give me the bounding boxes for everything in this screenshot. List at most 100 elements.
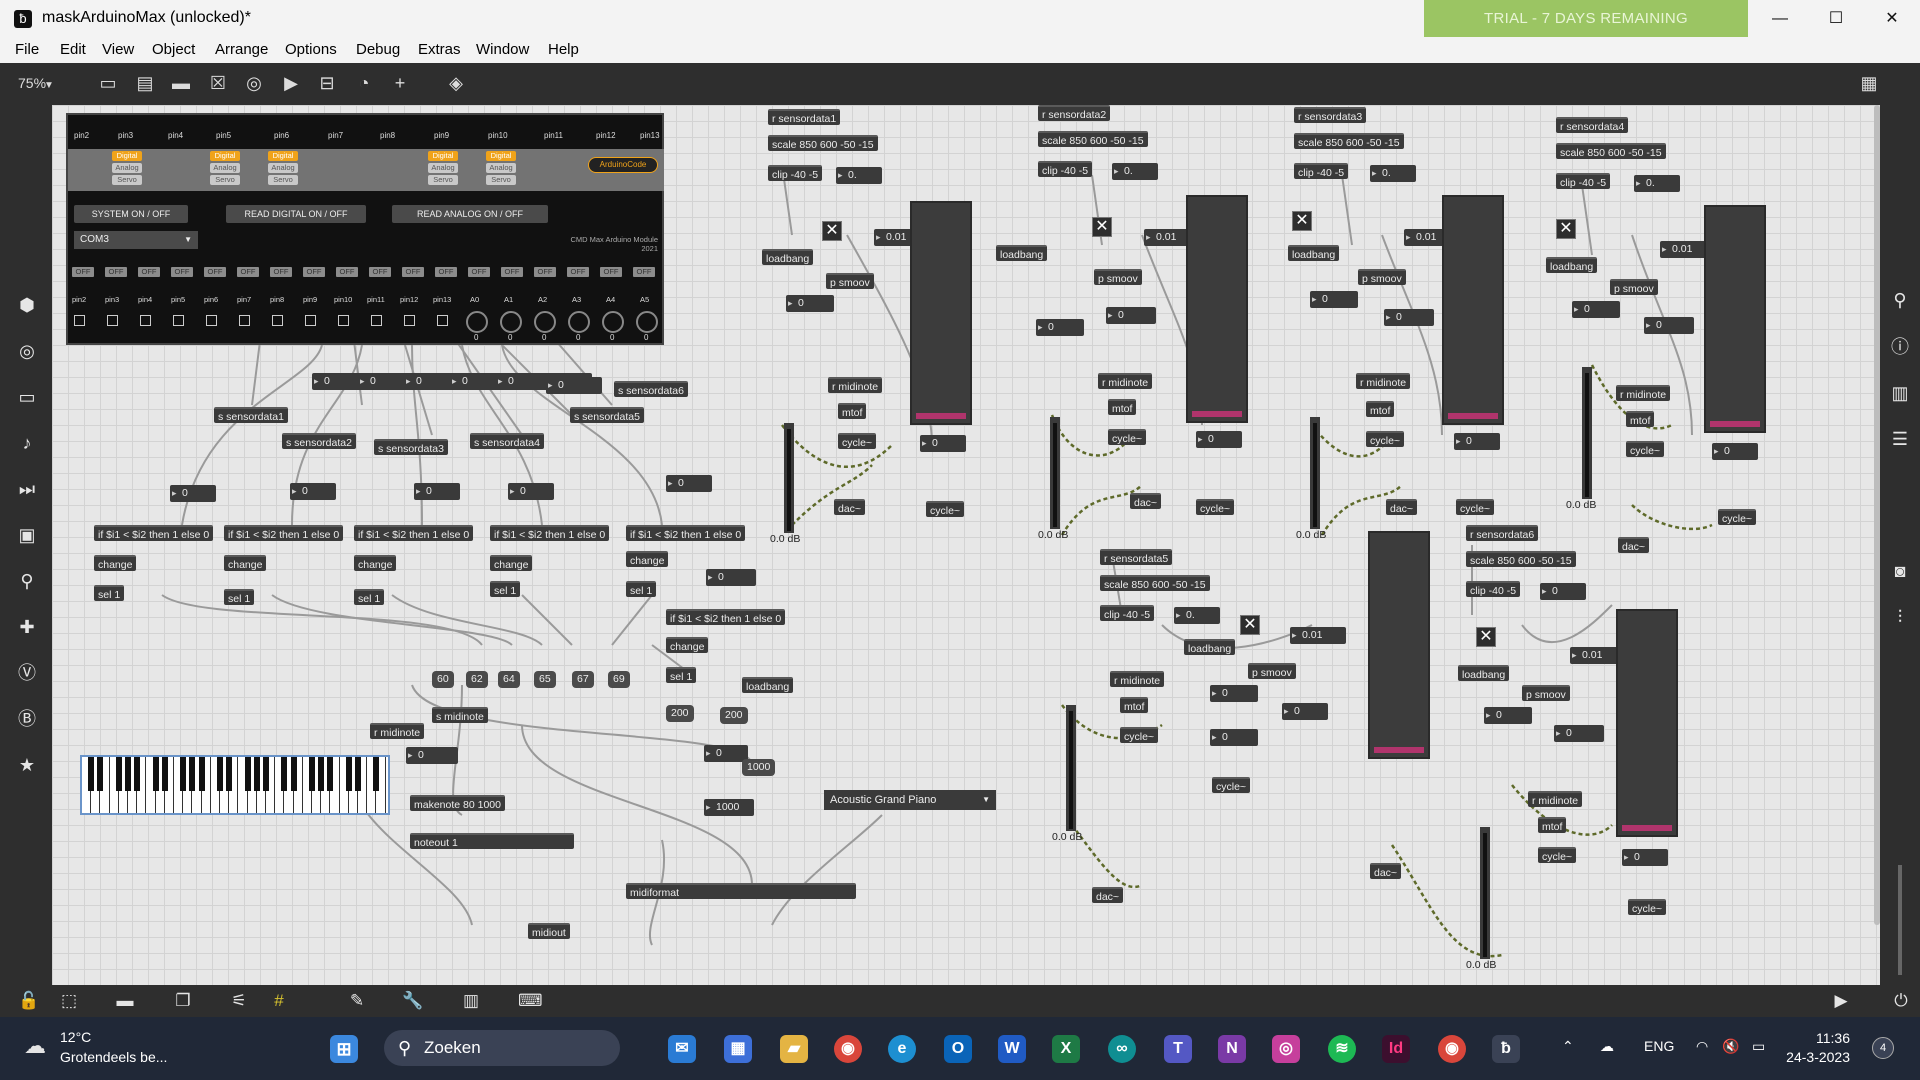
receive-sensordata4[interactable]: r sensordata4 — [1556, 117, 1629, 133]
delay-message[interactable]: 200 — [666, 705, 694, 722]
presentation-icon[interactable]: ⬚ — [58, 991, 80, 1011]
vertical-scrollbar[interactable] — [1874, 105, 1880, 925]
smoov-object[interactable]: p smoov — [1522, 685, 1570, 701]
number-box[interactable]: 0 — [1384, 309, 1434, 326]
toggle-x[interactable]: ✕ — [1556, 219, 1576, 239]
scale-object[interactable]: scale 850 600 -50 -15 — [1556, 143, 1666, 159]
number-box[interactable]: 0 — [312, 373, 362, 390]
clip-object[interactable]: clip -40 -5 — [1100, 605, 1155, 621]
menu-options[interactable]: Options — [285, 41, 337, 58]
off-toggle[interactable]: OFF — [534, 267, 556, 277]
start-icon[interactable]: ⊞ — [330, 1035, 358, 1063]
columns-icon[interactable]: ▥ — [1890, 383, 1910, 403]
number-box[interactable]: 0 — [1622, 849, 1668, 866]
image-icon[interactable]: ▣ — [17, 525, 37, 545]
piano-black-key[interactable] — [189, 757, 196, 791]
servo-toggle[interactable]: Servo — [210, 175, 240, 185]
note-message[interactable]: 65 — [534, 671, 556, 688]
off-toggle[interactable]: OFF — [600, 267, 622, 277]
piano-black-key[interactable] — [161, 757, 168, 791]
list-icon[interactable]: ☰ — [1890, 429, 1910, 449]
number-box[interactable]: 0 — [1106, 307, 1156, 324]
number-box[interactable]: 0 — [1310, 291, 1358, 308]
number-box[interactable]: 0 — [358, 373, 408, 390]
gain-slider[interactable] — [1582, 367, 1592, 499]
number-box[interactable]: 0 — [404, 373, 454, 390]
edge-icon[interactable]: e — [888, 1035, 916, 1063]
receive-sensordata3[interactable]: r sensordata3 — [1294, 107, 1367, 123]
receive-midinote[interactable]: r midinote — [370, 723, 425, 739]
keyboard-icon[interactable]: ⌨ — [518, 991, 543, 1011]
sel-object[interactable]: sel 1 — [224, 589, 255, 605]
off-toggle[interactable]: OFF — [468, 267, 490, 277]
menu-edit[interactable]: Edit — [60, 41, 86, 58]
zoom-slider[interactable] — [1898, 865, 1902, 975]
piano-black-key[interactable] — [345, 757, 352, 791]
wrench-icon[interactable]: 🔧 — [402, 991, 424, 1011]
piano-black-key[interactable] — [327, 757, 334, 791]
cycle-object[interactable]: cycle~ — [926, 501, 965, 517]
comment-icon[interactable]: ▬ — [114, 991, 136, 1011]
servo-toggle[interactable]: Servo — [486, 175, 516, 185]
camera-icon[interactable]: ◙ — [1890, 561, 1910, 581]
piano-black-key[interactable] — [263, 757, 269, 791]
piano-black-key[interactable] — [244, 757, 251, 791]
minimize-button[interactable]: — — [1752, 0, 1808, 37]
piano-black-key[interactable] — [309, 757, 315, 791]
threshold-number[interactable]: 0 — [666, 475, 712, 492]
target-icon[interactable]: ◎ — [17, 341, 37, 361]
noteout-object[interactable]: noteout 1 — [410, 833, 574, 849]
analog-dial[interactable]: 0 — [534, 311, 556, 342]
outlook-icon[interactable]: O — [944, 1035, 972, 1063]
dac-object[interactable]: dac~ — [834, 499, 866, 515]
mtof-object[interactable]: mtof — [838, 403, 867, 419]
receive-sensordata5[interactable]: r sensordata5 — [1100, 549, 1173, 565]
scale-object[interactable]: scale 850 600 -50 -15 — [768, 135, 878, 151]
maximize-button[interactable]: ☐ — [1808, 0, 1864, 37]
sel-object[interactable]: sel 1 — [490, 581, 521, 597]
note-message[interactable]: 69 — [608, 671, 630, 688]
midiout-object[interactable]: midiout — [528, 923, 570, 939]
clip-object[interactable]: clip -40 -5 — [1466, 581, 1521, 597]
off-toggle[interactable]: OFF — [138, 267, 160, 277]
change-object[interactable]: change — [666, 637, 709, 653]
number-box[interactable]: 0 — [450, 373, 500, 390]
patcher-canvas[interactable]: pin2 pin3 pin4 pin5 pin6 pin7 pin8 pin9 … — [52, 105, 1880, 985]
float-number[interactable]: 0. — [836, 167, 882, 184]
piano-black-key[interactable] — [115, 757, 122, 791]
receive-midinote[interactable]: r midinote — [1110, 671, 1165, 687]
indesign-icon[interactable]: Id — [1382, 1035, 1410, 1063]
number-box[interactable]: 0 — [1210, 729, 1258, 746]
pin-checkbox[interactable] — [74, 315, 85, 326]
smooth-time[interactable]: 0.01 — [1290, 627, 1346, 644]
trial-banner[interactable]: TRIAL - 7 DAYS REMAINING — [1424, 0, 1748, 37]
change-object[interactable]: change — [354, 555, 397, 571]
number-box[interactable]: 0 — [1282, 703, 1328, 720]
threshold-number[interactable]: 0 — [290, 483, 336, 500]
piano-black-key[interactable] — [217, 757, 223, 791]
analog-dial[interactable]: 0 — [500, 311, 522, 342]
pin-checkbox[interactable] — [239, 315, 250, 326]
loadbang-object[interactable]: loadbang — [1458, 665, 1510, 681]
loadbang-object[interactable]: loadbang — [762, 249, 814, 265]
gain-slider[interactable] — [1066, 705, 1076, 831]
read-digital-button[interactable]: READ DIGITAL ON / OFF — [226, 205, 366, 223]
button-object-icon[interactable]: ◎ — [243, 73, 265, 93]
scale-object[interactable]: scale 850 600 -50 -15 — [1038, 131, 1148, 147]
midiformat-object[interactable]: midiformat — [626, 883, 856, 899]
scale-object[interactable]: scale 850 600 -50 -15 — [1100, 575, 1210, 591]
mtof-object[interactable]: mtof — [1366, 401, 1395, 417]
receive-sensordata6[interactable]: r sensordata6 — [1466, 525, 1539, 541]
off-toggle[interactable]: OFF — [237, 267, 259, 277]
gain-slider[interactable] — [1310, 417, 1320, 529]
duration-number[interactable]: 1000 — [704, 799, 754, 816]
cycle-object[interactable]: cycle~ — [838, 433, 877, 449]
gain-slider[interactable] — [1050, 417, 1060, 529]
send-sensordata1[interactable]: s sensordata1 — [214, 407, 288, 423]
creative-cloud-icon[interactable]: ◎ — [1272, 1035, 1300, 1063]
change-object[interactable]: change — [224, 555, 267, 571]
battery-icon[interactable]: ▭ — [1752, 1038, 1765, 1055]
number-box[interactable]: 0 — [1210, 685, 1258, 702]
system-onoff-button[interactable]: SYSTEM ON / OFF — [74, 205, 188, 223]
float-number[interactable]: 0. — [1112, 163, 1158, 180]
